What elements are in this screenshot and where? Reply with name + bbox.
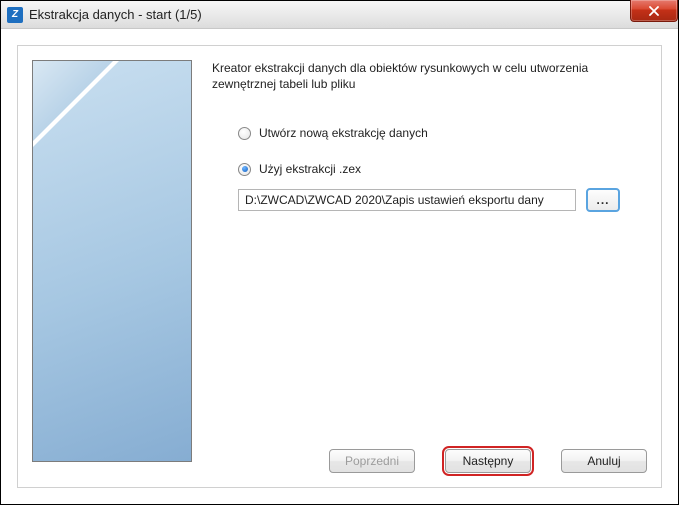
intro-text: Kreator ekstrakcji danych dla obiektów r…	[212, 60, 647, 92]
radio-icon-selected	[238, 163, 251, 176]
path-input[interactable]: D:\ZWCAD\ZWCAD 2020\Zapis ustawień ekspo…	[238, 189, 576, 211]
next-button-label: Następny	[463, 454, 514, 468]
window-title: Ekstrakcja danych - start (1/5)	[29, 7, 202, 22]
prev-button: Poprzedni	[329, 449, 415, 473]
radio-group: Utwórz nową ekstrakcję danych Użyj ekstr…	[212, 126, 647, 176]
app-icon: Z	[7, 7, 23, 23]
browse-button-label: ...	[596, 193, 609, 207]
dialog-window: Z Ekstrakcja danych - start (1/5) Kreato…	[0, 0, 679, 505]
app-icon-glyph: Z	[12, 9, 18, 20]
wizard-side-image	[32, 60, 192, 462]
close-button[interactable]	[630, 0, 678, 22]
cancel-button-label: Anuluj	[587, 454, 620, 468]
button-bar: Poprzedni Następny Anuluj	[329, 449, 647, 473]
page-curl-icon	[32, 60, 121, 149]
option-use-existing-label: Użyj ekstrakcji .zex	[259, 162, 361, 176]
cancel-button[interactable]: Anuluj	[561, 449, 647, 473]
path-row: D:\ZWCAD\ZWCAD 2020\Zapis ustawień ekspo…	[212, 188, 647, 212]
radio-icon	[238, 127, 251, 140]
option-create-new[interactable]: Utwórz nową ekstrakcję danych	[238, 126, 647, 140]
browse-button[interactable]: ...	[586, 188, 620, 212]
option-use-existing[interactable]: Użyj ekstrakcji .zex	[238, 162, 647, 176]
next-button[interactable]: Następny	[445, 449, 531, 473]
main-panel: Kreator ekstrakcji danych dla obiektów r…	[17, 45, 662, 488]
prev-button-label: Poprzedni	[345, 454, 399, 468]
right-area: Kreator ekstrakcji danych dla obiektów r…	[212, 60, 647, 473]
content-area: Kreator ekstrakcji danych dla obiektów r…	[1, 29, 678, 504]
titlebar: Z Ekstrakcja danych - start (1/5)	[1, 1, 678, 29]
close-icon	[648, 6, 660, 16]
option-create-new-label: Utwórz nową ekstrakcję danych	[259, 126, 428, 140]
